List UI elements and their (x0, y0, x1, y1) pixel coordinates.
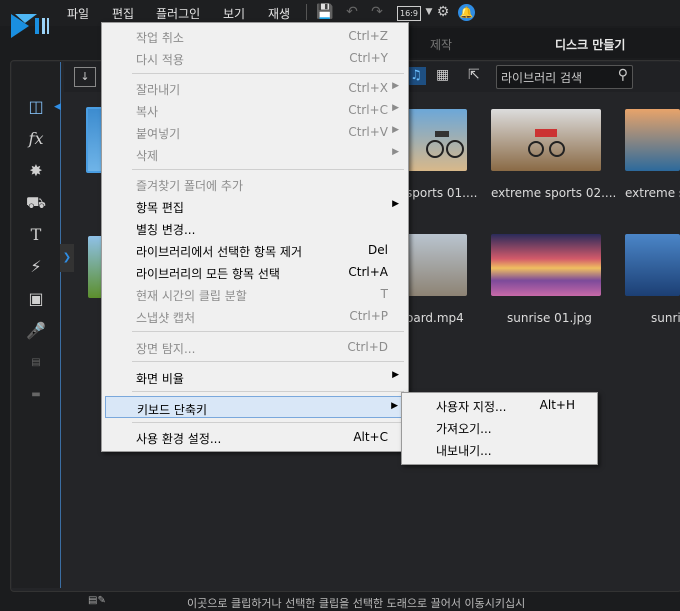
particle-icon[interactable]: ⛟ (24, 192, 48, 214)
tab-produce[interactable]: 제작 (430, 36, 452, 53)
search-icon[interactable]: ⚲ (618, 67, 628, 83)
keyboard-shortcuts-submenu: 사용자 지정... Alt+H 가져오기... 내보내기... (401, 392, 598, 465)
menu-item-aspect-ratio[interactable]: 화면 비율 ▶ (102, 366, 408, 388)
media-thumbnail[interactable] (491, 234, 601, 296)
notification-bell-icon[interactable]: 🔔 (458, 4, 475, 21)
pip-objects-icon[interactable]: ✸ (24, 160, 48, 182)
resize-icon[interactable]: ⇱ (468, 67, 480, 83)
media-thumbnail[interactable] (625, 234, 680, 296)
undo-icon[interactable]: ↶ (343, 3, 361, 21)
submenu-arrow-icon: ▶ (392, 125, 399, 135)
timeline-icon[interactable]: ▤✎ (88, 595, 106, 606)
thumb-caption: extreme sp (625, 186, 680, 200)
import-media-icon[interactable]: ↓ (74, 67, 96, 87)
submenu-item-export[interactable]: 내보내기... (402, 442, 597, 464)
app-logo-icon (11, 14, 49, 38)
menu-item-cut[interactable]: 잘라내기 Ctrl+X ▶ (102, 77, 408, 99)
menu-item-redo[interactable]: 다시 적용 Ctrl+Y (102, 47, 408, 69)
menu-item-remove-selected[interactable]: 라이브러리에서 선택한 항목 제거 Del (102, 239, 408, 261)
submenu-item-customize[interactable]: 사용자 지정... Alt+H (402, 398, 597, 420)
menu-playback[interactable]: 재생 (268, 5, 290, 22)
music-filter-icon[interactable]: ♫ (406, 67, 426, 85)
save-icon[interactable]: 💾 (316, 3, 334, 21)
menu-file[interactable]: 파일 (67, 5, 89, 22)
media-thumbnail[interactable] (407, 234, 467, 296)
edit-menu: 작업 취소 Ctrl+Z 다시 적용 Ctrl+Y 잘라내기 Ctrl+X ▶ 복사 Ct… (101, 22, 409, 452)
audio-mix-icon[interactable]: ▣ (24, 288, 48, 310)
thumb-caption: extreme sports 02.... (491, 186, 617, 200)
menu-separator (132, 361, 404, 362)
menu-separator (132, 73, 404, 74)
menu-view[interactable]: 보기 (223, 5, 245, 22)
status-hint: 이곳으로 클립하거나 선택한 클립을 선택한 도래으로 끌어서 이동시키십시 (187, 597, 526, 610)
chapter-icon[interactable]: ▤ (24, 352, 48, 374)
menu-separator (132, 391, 404, 392)
search-placeholder: 라이브러리 검색 (501, 71, 583, 85)
menubar-divider (306, 4, 307, 20)
menu-item-keyboard-shortcuts[interactable]: 키보드 단축키 ▶ (105, 396, 405, 418)
menu-item-preferences[interactable]: 사용 환경 설정... Alt+C (102, 426, 408, 448)
fx-icon[interactable]: fx (24, 128, 48, 150)
menu-separator (132, 331, 404, 332)
menu-separator (132, 422, 404, 423)
thumb-caption: sunris (651, 311, 680, 325)
thumb-caption: sports 01.... (406, 186, 478, 200)
submenu-item-import[interactable]: 가져오기... (402, 420, 597, 442)
menu-item-undo[interactable]: 작업 취소 Ctrl+Z (102, 25, 408, 47)
submenu-arrow-icon: ▶ (392, 199, 399, 209)
submenu-arrow-icon: ▶ (392, 370, 399, 380)
mode-tabs: 제작 디스크 만들기 (400, 28, 680, 58)
status-strip: ▤✎ 이곳으로 클립하거나 선택한 클립을 선택한 도래으로 끌어서 이동시키십… (0, 592, 680, 611)
gear-icon[interactable]: ⚙ (434, 3, 452, 21)
aspect-ratio-button[interactable]: 16:9 (397, 6, 421, 21)
active-indicator-icon: ◀ (54, 102, 61, 112)
tab-create-disc[interactable]: 디스크 만들기 (555, 36, 625, 53)
menu-item-paste[interactable]: 붙여넣기 Ctrl+V ▶ (102, 121, 408, 143)
media-thumbnail[interactable] (407, 109, 467, 171)
menu-item-add-favorite[interactable]: 즐겨찾기 폴더에 추가 (102, 173, 408, 195)
library-search[interactable]: 라이브러리 검색 ⚲ (496, 65, 633, 89)
submenu-arrow-icon: ▶ (392, 81, 399, 91)
menu-item-select-all[interactable]: 라이브러리의 모든 항목 선택 Ctrl+A (102, 261, 408, 283)
thumb-caption: sunrise 01.jpg (507, 311, 592, 325)
transition-icon[interactable]: ⚡ (24, 256, 48, 278)
thumb-caption: oard.mp4 (406, 311, 464, 325)
grid-view-icon[interactable]: ▦ (436, 67, 449, 83)
menu-plugin[interactable]: 플러그인 (156, 5, 200, 22)
media-thumbnail[interactable] (625, 109, 680, 171)
media-thumbnail[interactable] (491, 109, 601, 171)
menu-separator (132, 169, 404, 170)
menu-item-edit-item[interactable]: 항목 편집 ▶ (102, 195, 408, 217)
expand-panel-button[interactable]: ❯ (60, 244, 74, 272)
menu-item-rename[interactable]: 별칭 변경... (102, 217, 408, 239)
menu-edit[interactable]: 편집 (112, 5, 134, 22)
submenu-arrow-icon: ▶ (392, 147, 399, 157)
room-sidebar: ◫ ◀ fx ✸ ⛟ T ⚡ ▣ 🎤 ▤ ▬ (12, 62, 61, 588)
submenu-arrow-icon: ▶ (392, 103, 399, 113)
title-icon[interactable]: T (24, 224, 48, 246)
menu-item-snapshot[interactable]: 스냅샷 캡처 Ctrl+P (102, 305, 408, 327)
menu-item-split-clip[interactable]: 현재 시간의 클립 분할 T (102, 283, 408, 305)
menu-item-copy[interactable]: 복사 Ctrl+C ▶ (102, 99, 408, 121)
menu-item-scene-detect[interactable]: 장면 탐지... Ctrl+D (102, 336, 408, 358)
redo-icon[interactable]: ↷ (368, 3, 386, 21)
microphone-icon[interactable]: 🎤 (24, 320, 48, 342)
menu-item-delete[interactable]: 삭제 ▶ (102, 143, 408, 165)
submenu-arrow-icon: ▶ (391, 401, 398, 411)
subtitle-icon[interactable]: ▬ (24, 384, 48, 406)
media-room-icon[interactable]: ◫ (24, 96, 48, 118)
